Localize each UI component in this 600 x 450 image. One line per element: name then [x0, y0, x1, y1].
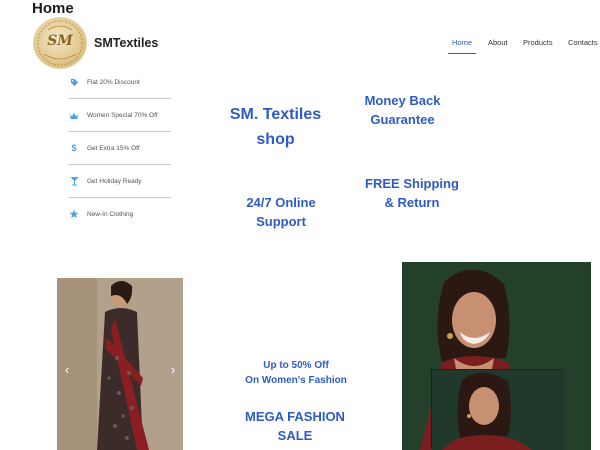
money-back-line2: Guarantee [370, 111, 435, 127]
money-back-promo: Money Back Guarantee [350, 92, 455, 129]
offer-label: Flat 20% Discount [87, 78, 140, 86]
offer-label: New-In Clothing [87, 210, 134, 218]
cocktail-icon [68, 175, 80, 187]
carousel-next-button[interactable]: › [168, 362, 178, 378]
model-inset-portrait [432, 370, 564, 450]
mega-sale-line2: SALE [277, 428, 313, 443]
dollar-icon: $ [71, 143, 77, 153]
offer-item-holiday[interactable]: Get Holiday Ready [68, 165, 171, 198]
carousel-prev-button[interactable]: ‹ [62, 362, 72, 378]
support-promo: 24/7 Online Support [226, 193, 336, 231]
support-line2: Support [256, 214, 306, 229]
shipping-promo: FREE Shipping & Return [352, 175, 472, 212]
nav-contacts[interactable]: Contacts [568, 38, 598, 47]
nav-active-indicator [448, 53, 476, 54]
nav-home[interactable]: Home [452, 38, 472, 47]
shop-title-line1: SM. Textiles [229, 106, 322, 123]
offer-item-new-in[interactable]: New-In Clothing [68, 198, 171, 230]
star-icon [68, 208, 80, 220]
offer-item-extra-off[interactable]: $ Get Extra 15% Off [68, 132, 171, 165]
carousel-image[interactable]: ‹ › [57, 278, 183, 450]
mega-sale-banner: MEGA FASHION SALE [240, 407, 350, 445]
offer-item-flat-discount[interactable]: Flat 20% Discount [68, 66, 171, 99]
shipping-line2: & Return [384, 194, 440, 210]
offer-label: Women Special 70% Off [87, 111, 158, 119]
offer-item-women-special[interactable]: Women Special 70% Off [68, 99, 171, 132]
sale-offer-line1: Up to 50% Off [263, 360, 329, 371]
brand-logo[interactable]: SM [34, 18, 86, 68]
shipping-line1: FREE Shipping [365, 176, 459, 191]
shop-title-line2: shop [256, 131, 295, 148]
saree-model-image [57, 278, 183, 450]
logo-monogram: SM [47, 33, 73, 49]
shop-title: SM. Textiles shop [218, 102, 333, 152]
brand-name[interactable]: SMTextiles [94, 36, 158, 50]
support-line1: 24/7 Online [246, 195, 316, 210]
money-back-line1: Money Back [364, 93, 441, 108]
nav-products[interactable]: Products [523, 38, 553, 47]
offer-label: Get Extra 15% Off [87, 144, 140, 152]
tag-icon [68, 76, 80, 88]
offer-label: Get Holiday Ready [87, 177, 142, 185]
featured-model-inset-image[interactable] [432, 370, 564, 450]
offers-menu: Flat 20% Discount Women Special 70% Off … [68, 66, 171, 230]
sale-offer-line2: On Women's Fashion [245, 375, 347, 386]
crown-icon [68, 109, 80, 121]
page-title: Home [32, 0, 74, 17]
mega-sale-line1: MEGA FASHION [245, 409, 345, 424]
sale-offer: Up to 50% Off On Women's Fashion [236, 358, 356, 388]
nav-about[interactable]: About [488, 38, 508, 47]
